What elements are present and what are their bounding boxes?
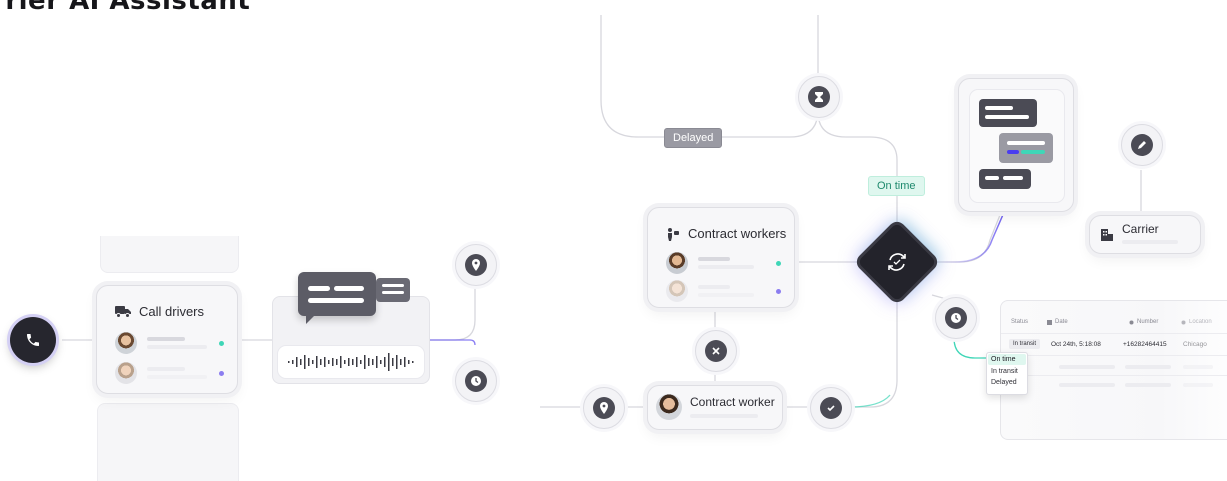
call-drivers-title: Call drivers <box>139 304 205 319</box>
sync-icon <box>888 253 906 271</box>
location-node[interactable] <box>583 387 625 429</box>
location-cell: Chicago <box>1183 341 1207 348</box>
date-cell: Oct 24th, 5:18:08 <box>1051 341 1101 348</box>
waveform-box <box>277 345 425 379</box>
building-icon <box>1101 229 1113 241</box>
dropdown-option-on-time[interactable]: On time <box>988 354 1026 365</box>
clock-node[interactable] <box>455 360 497 402</box>
location-pin-icon <box>472 259 480 271</box>
clock-node[interactable] <box>935 297 977 339</box>
location-pin-icon <box>600 402 608 414</box>
dropdown-option-delayed[interactable]: Delayed <box>987 377 1027 388</box>
close-node[interactable] <box>695 330 737 372</box>
contract-worker-card[interactable]: Contract worker <box>647 385 783 430</box>
column-header-number: Number <box>1137 319 1159 325</box>
number-cell: +16282464415 <box>1123 341 1167 348</box>
avatar <box>115 332 137 354</box>
location-node[interactable] <box>455 244 497 286</box>
dropdown-option-in-transit[interactable]: In transit <box>987 366 1027 377</box>
avatar <box>656 394 682 420</box>
delayed-tag: Delayed <box>664 128 723 148</box>
worker-icon <box>668 227 679 241</box>
truck-icon <box>115 306 131 318</box>
status-cell[interactable]: In transit <box>1009 339 1041 349</box>
carrier-title: Carrier <box>1122 222 1159 236</box>
avatar <box>666 280 688 302</box>
avatar <box>666 252 688 274</box>
pen-icon <box>1138 141 1146 149</box>
hourglass-icon <box>815 92 823 102</box>
stack-card-top <box>100 236 239 273</box>
calendar-icon <box>1047 319 1052 325</box>
column-header-status: Status <box>1011 319 1029 325</box>
on-time-tag: On time <box>868 176 925 196</box>
messages-card[interactable] <box>958 78 1074 212</box>
column-header-location: Location <box>1189 319 1212 325</box>
contract-workers-title: Contract workers <box>688 226 787 241</box>
column-header-date: Date <box>1055 319 1068 325</box>
check-icon <box>827 405 835 412</box>
check-node[interactable] <box>810 387 852 429</box>
page-title: rrier AI Assistant <box>0 0 251 16</box>
phone-button[interactable] <box>10 317 56 363</box>
call-drivers-card[interactable]: Call drivers <box>96 285 238 394</box>
stack-card-bottom <box>97 403 239 481</box>
shipments-table[interactable]: Status Date Number Location In transit O… <box>1000 300 1227 440</box>
hourglass-node[interactable] <box>798 76 840 118</box>
carrier-card[interactable]: Carrier <box>1089 215 1201 254</box>
close-icon <box>712 347 720 355</box>
status-dropdown[interactable]: On time In transit Delayed <box>986 352 1028 395</box>
chat-bubbles-icon <box>298 272 378 324</box>
waveform-icon <box>288 353 414 371</box>
location-pin-icon <box>1181 320 1186 324</box>
contract-workers-card[interactable]: Contract workers <box>647 207 795 308</box>
contract-worker-title: Contract worker <box>690 395 775 409</box>
phone-icon <box>27 334 39 346</box>
pen-node[interactable] <box>1121 124 1163 166</box>
clock-icon <box>471 376 481 386</box>
clock-icon <box>951 313 961 323</box>
phone-icon <box>1129 320 1134 324</box>
avatar <box>115 362 137 384</box>
